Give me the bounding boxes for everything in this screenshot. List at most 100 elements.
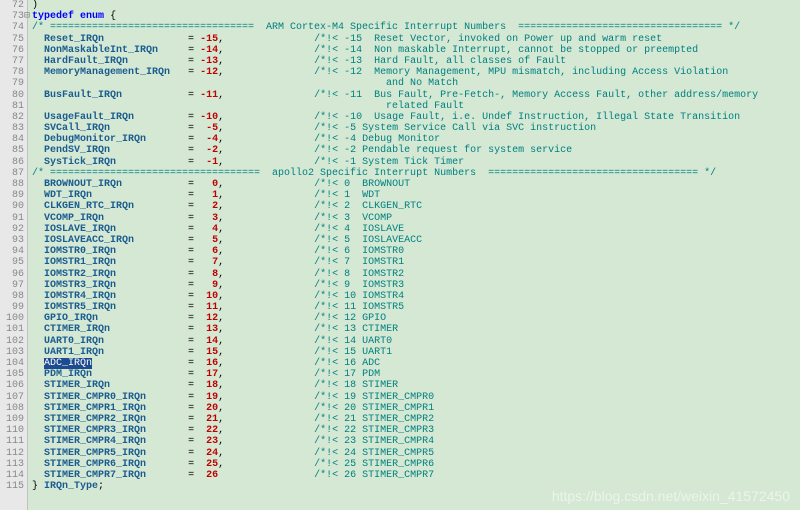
- identifier[interactable]: IOMSTR4_IRQn: [44, 291, 116, 302]
- code-line[interactable]: 85 PendSV_IRQn = -2, /*!< -2 Pendable re…: [2, 145, 800, 156]
- code-line[interactable]: 94 IOMSTR0_IRQn = 6, /*!< 6 IOMSTR0: [2, 246, 800, 257]
- fold-icon[interactable]: [24, 145, 32, 156]
- fold-icon[interactable]: [24, 90, 32, 101]
- fold-icon[interactable]: [24, 213, 32, 224]
- code-line[interactable]: 103 UART1_IRQn = 15, /*!< 15 UART1: [2, 347, 800, 358]
- code-line[interactable]: 111 STIMER_CMPR4_IRQn = 23, /*!< 23 STIM…: [2, 436, 800, 447]
- fold-icon[interactable]: [24, 403, 32, 414]
- code-line[interactable]: 83 SVCall_IRQn = -5, /*!< -5 System Serv…: [2, 123, 800, 134]
- identifier[interactable]: IOSLAVEACC_IRQn: [44, 235, 134, 246]
- identifier[interactable]: DebugMonitor_IRQn: [44, 134, 146, 145]
- identifier[interactable]: IOMSTR1_IRQn: [44, 257, 116, 268]
- code-line[interactable]: 72 ): [2, 0, 800, 11]
- identifier[interactable]: STIMER_CMPR4_IRQn: [44, 436, 146, 447]
- fold-icon[interactable]: [24, 56, 32, 67]
- fold-icon[interactable]: [24, 392, 32, 403]
- fold-icon[interactable]: [24, 324, 32, 335]
- code-line[interactable]: 88 BROWNOUT_IRQn = 0, /*!< 0 BROWNOUT: [2, 179, 800, 190]
- code-line[interactable]: 84 DebugMonitor_IRQn = -4, /*!< -4 Debug…: [2, 134, 800, 145]
- fold-icon[interactable]: [24, 224, 32, 235]
- fold-icon[interactable]: [24, 45, 32, 56]
- identifier[interactable]: VCOMP_IRQn: [44, 213, 104, 224]
- fold-icon[interactable]: [24, 134, 32, 145]
- fold-icon[interactable]: [24, 358, 32, 369]
- identifier[interactable]: GPIO_IRQn: [44, 313, 98, 324]
- code-line[interactable]: 97 IOMSTR3_IRQn = 9, /*!< 9 IOMSTR3: [2, 280, 800, 291]
- code-line[interactable]: 110 STIMER_CMPR3_IRQn = 22, /*!< 22 STIM…: [2, 425, 800, 436]
- fold-icon[interactable]: [24, 101, 32, 112]
- fold-icon[interactable]: [24, 235, 32, 246]
- code-line[interactable]: 96 IOMSTR2_IRQn = 8, /*!< 8 IOMSTR2: [2, 269, 800, 280]
- fold-icon[interactable]: [24, 22, 32, 33]
- fold-icon[interactable]: [24, 257, 32, 268]
- fold-icon[interactable]: [24, 157, 32, 168]
- identifier[interactable]: SysTick_IRQn: [44, 157, 116, 168]
- code-line[interactable]: 80 BusFault_IRQn = -11, /*!< -11 Bus Fau…: [2, 90, 800, 101]
- code-line[interactable]: 107 STIMER_CMPR0_IRQn = 19, /*!< 19 STIM…: [2, 392, 800, 403]
- identifier[interactable]: PDM_IRQn: [44, 369, 92, 380]
- fold-icon[interactable]: [24, 269, 32, 280]
- identifier[interactable]: WDT_IRQn: [44, 190, 92, 201]
- fold-icon[interactable]: [24, 470, 32, 481]
- code-line[interactable]: 115 } IRQn_Type;: [2, 481, 800, 492]
- identifier[interactable]: HardFault_IRQn: [44, 56, 128, 67]
- fold-icon[interactable]: [24, 302, 32, 313]
- fold-icon[interactable]: [24, 67, 32, 78]
- type-name[interactable]: IRQn_Type: [44, 481, 98, 492]
- fold-icon[interactable]: [24, 78, 32, 89]
- identifier[interactable]: UART1_IRQn: [44, 347, 104, 358]
- identifier[interactable]: IOMSTR0_IRQn: [44, 246, 116, 257]
- code-line[interactable]: 98 IOMSTR4_IRQn = 10, /*!< 10 IOMSTR4: [2, 291, 800, 302]
- code-line[interactable]: 78 MemoryManagement_IRQn = -12, /*!< -12…: [2, 67, 800, 78]
- code-line[interactable]: 104 ADC_IRQn = 16, /*!< 16 ADC: [2, 358, 800, 369]
- fold-icon[interactable]: [24, 414, 32, 425]
- identifier[interactable]: IOMSTR2_IRQn: [44, 269, 116, 280]
- code-line[interactable]: 75 Reset_IRQn = -15, /*!< -15 Reset Vect…: [2, 34, 800, 45]
- identifier[interactable]: STIMER_CMPR3_IRQn: [44, 425, 146, 436]
- identifier[interactable]: STIMER_CMPR0_IRQn: [44, 392, 146, 403]
- fold-icon[interactable]: [24, 380, 32, 391]
- code-line[interactable]: 91 VCOMP_IRQn = 3, /*!< 3 VCOMP: [2, 213, 800, 224]
- code-line[interactable]: 114 STIMER_CMPR7_IRQn = 26 /*!< 26 STIME…: [2, 470, 800, 481]
- identifier[interactable]: STIMER_CMPR7_IRQn: [44, 470, 146, 481]
- fold-icon[interactable]: [24, 369, 32, 380]
- code-line[interactable]: 86 SysTick_IRQn = -1, /*!< -1 System Tic…: [2, 157, 800, 168]
- fold-icon[interactable]: [24, 179, 32, 190]
- code-line[interactable]: 106 STIMER_IRQn = 18, /*!< 18 STIMER: [2, 380, 800, 391]
- fold-icon[interactable]: [24, 336, 32, 347]
- code-line[interactable]: 109 STIMER_CMPR2_IRQn = 21, /*!< 21 STIM…: [2, 414, 800, 425]
- fold-icon[interactable]: [24, 0, 32, 11]
- fold-icon[interactable]: ⊟: [24, 11, 32, 22]
- identifier[interactable]: IOMSTR3_IRQn: [44, 280, 116, 291]
- identifier[interactable]: PendSV_IRQn: [44, 145, 110, 156]
- fold-icon[interactable]: [24, 112, 32, 123]
- fold-icon[interactable]: [24, 291, 32, 302]
- code-line[interactable]: 99 IOMSTR5_IRQn = 11, /*!< 11 IOMSTR5: [2, 302, 800, 313]
- code-line[interactable]: 100 GPIO_IRQn = 12, /*!< 12 GPIO: [2, 313, 800, 324]
- identifier[interactable]: CLKGEN_RTC_IRQn: [44, 201, 134, 212]
- identifier[interactable]: BROWNOUT_IRQn: [44, 179, 122, 190]
- code-line[interactable]: 112 STIMER_CMPR5_IRQn = 24, /*!< 24 STIM…: [2, 448, 800, 459]
- code-line[interactable]: 101 CTIMER_IRQn = 13, /*!< 13 CTIMER: [2, 324, 800, 335]
- fold-icon[interactable]: [24, 280, 32, 291]
- identifier[interactable]: STIMER_CMPR2_IRQn: [44, 414, 146, 425]
- fold-icon[interactable]: [24, 123, 32, 134]
- code-line[interactable]: 113 STIMER_CMPR6_IRQn = 25, /*!< 25 STIM…: [2, 459, 800, 470]
- identifier[interactable]: STIMER_IRQn: [44, 380, 110, 391]
- fold-icon[interactable]: [24, 481, 32, 492]
- fold-icon[interactable]: [24, 448, 32, 459]
- code-line[interactable]: 102 UART0_IRQn = 14, /*!< 14 UART0: [2, 336, 800, 347]
- fold-icon[interactable]: [24, 436, 32, 447]
- identifier-highlighted[interactable]: ADC_IRQn: [44, 358, 92, 369]
- identifier[interactable]: IOSLAVE_IRQn: [44, 224, 116, 235]
- identifier[interactable]: STIMER_CMPR1_IRQn: [44, 403, 146, 414]
- code-line[interactable]: 82 UsageFault_IRQn = -10, /*!< -10 Usage…: [2, 112, 800, 123]
- code-line[interactable]: 95 IOMSTR1_IRQn = 7, /*!< 7 IOMSTR1: [2, 257, 800, 268]
- identifier[interactable]: UART0_IRQn: [44, 336, 104, 347]
- code-line[interactable]: 79 and No Match: [2, 78, 800, 89]
- code-line[interactable]: 74 /* ==================================…: [2, 22, 800, 33]
- code-editor-viewport[interactable]: 72 )73⊟typedef enum {74 /* =============…: [0, 0, 800, 492]
- fold-icon[interactable]: [24, 201, 32, 212]
- code-line[interactable]: 76 NonMaskableInt_IRQn = -14, /*!< -14 N…: [2, 45, 800, 56]
- fold-icon[interactable]: [24, 246, 32, 257]
